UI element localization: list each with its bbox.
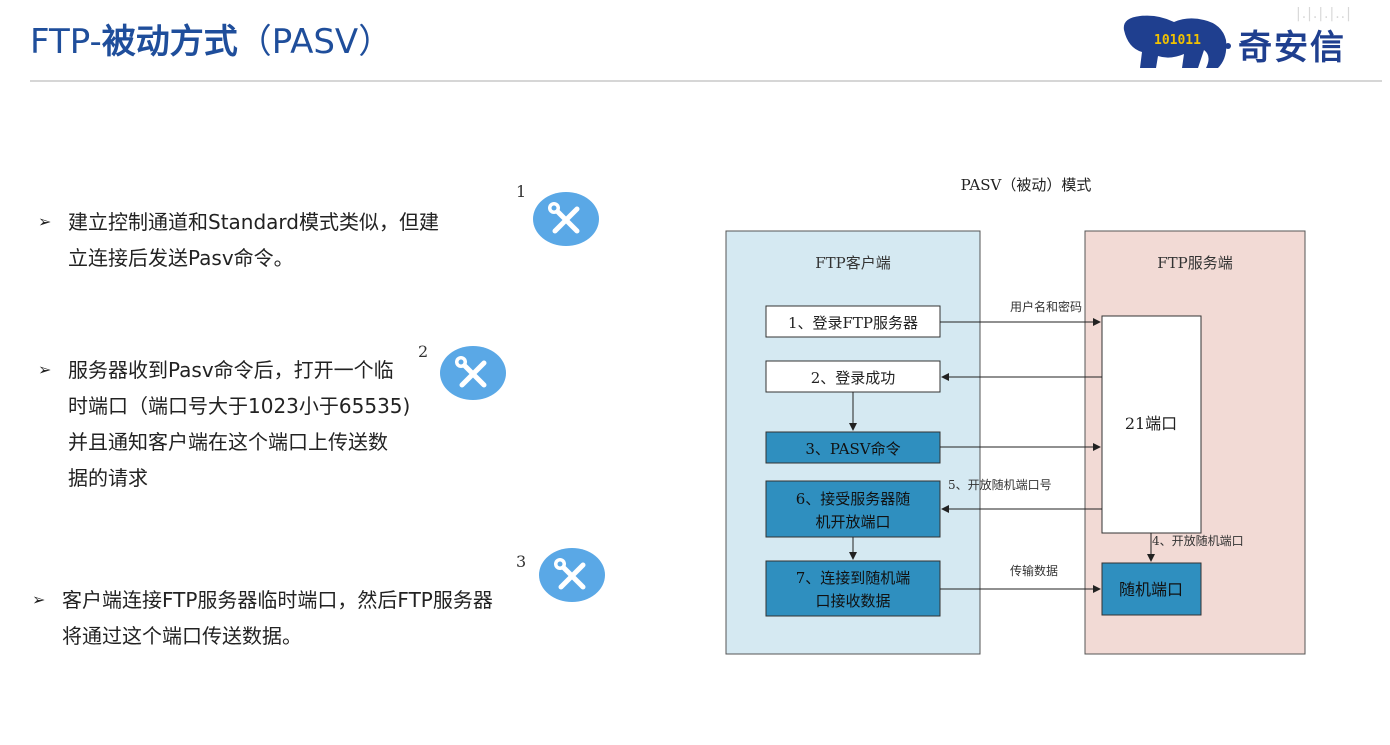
step-7-label-line-2: 口接收数据 [815, 592, 890, 610]
step-7-label-line-1: 7、连接到随机端 [796, 569, 911, 587]
arrow-open-random-num-label: 5、开放随机端口号 [948, 477, 1052, 492]
diagram-title: PASV（被动）模式 [961, 176, 1092, 194]
port-21-label: 21端口 [1125, 414, 1177, 433]
bullet-1-line-1: 建立控制通道和Standard模式类似，但建 [68, 210, 439, 234]
bullet-1: ➢ 建立控制通道和Standard模式类似，但建 立连接后发送Pasv命令。 [38, 204, 439, 276]
title-suffix: （PASV） [237, 22, 393, 62]
wrench-screwdriver-icon [533, 192, 599, 246]
step-number-3: 3 [516, 552, 527, 571]
server-label: FTP服务端 [1157, 254, 1233, 272]
bullet-mark: ➢ [32, 590, 46, 609]
bullet-mark: ➢ [38, 212, 52, 231]
corner-decoration: |.|.|.|..| [1296, 6, 1352, 22]
step-number-1: 1 [516, 182, 527, 201]
bullet-2-line-1: 服务器收到Pasv命令后，打开一个临 [68, 358, 394, 382]
wrench-screwdriver-icon [440, 346, 506, 400]
step-number-2: 2 [418, 342, 429, 361]
client-label: FTP客户端 [815, 254, 891, 272]
title-divider [30, 80, 1382, 82]
title-prefix: FTP- [30, 22, 102, 62]
step-3-label: 3、PASV命令 [805, 440, 900, 458]
bullet-mark: ➢ [38, 360, 52, 379]
bullet-2-line-3: 并且通知客户端在这个端口上传送数 [68, 430, 388, 454]
bullet-3-line-2: 将通过这个端口传送数据。 [62, 624, 302, 648]
bullet-3-line-1: 客户端连接FTP服务器临时端口，然后FTP服务器 [62, 588, 493, 612]
step-6-label-line-1: 6、接受服务器随 [796, 490, 911, 508]
logo-text: 奇安信 [1238, 28, 1346, 68]
svg-text:101011: 101011 [1154, 33, 1201, 48]
bullet-3: ➢ 客户端连接FTP服务器临时端口，然后FTP服务器 将通过这个端口传送数据。 [32, 582, 493, 654]
bullet-2-line-2: 时端口（端口号大于1023小于65535) [68, 394, 411, 418]
wrench-screwdriver-icon [539, 548, 605, 602]
step-6-label-line-2: 机开放端口 [815, 513, 890, 531]
bullet-2: ➢ 服务器收到Pasv命令后，打开一个临 时端口（端口号大于1023小于6553… [38, 352, 411, 496]
arrow-transfer-label: 传输数据 [1010, 563, 1058, 578]
page-title: FTP-被动方式（PASV） [30, 14, 392, 63]
step-1-label: 1、登录FTP服务器 [788, 314, 918, 332]
step-2-label: 2、登录成功 [811, 369, 896, 387]
bullet-1-line-2: 立连接后发送Pasv命令。 [68, 246, 294, 270]
pasv-flow-diagram: PASV（被动）模式 FTP客户端 FTP服务端 1、登录FTP服务器 2、登录… [725, 176, 1306, 655]
random-port-label: 随机端口 [1119, 580, 1183, 599]
title-main: 被动方式 [101, 22, 238, 62]
bullet-2-line-4: 据的请求 [68, 466, 148, 490]
arrow-user-pass-label: 用户名和密码 [1010, 299, 1082, 314]
arrow-open-random-label: 4、开放随机端口 [1152, 533, 1244, 548]
